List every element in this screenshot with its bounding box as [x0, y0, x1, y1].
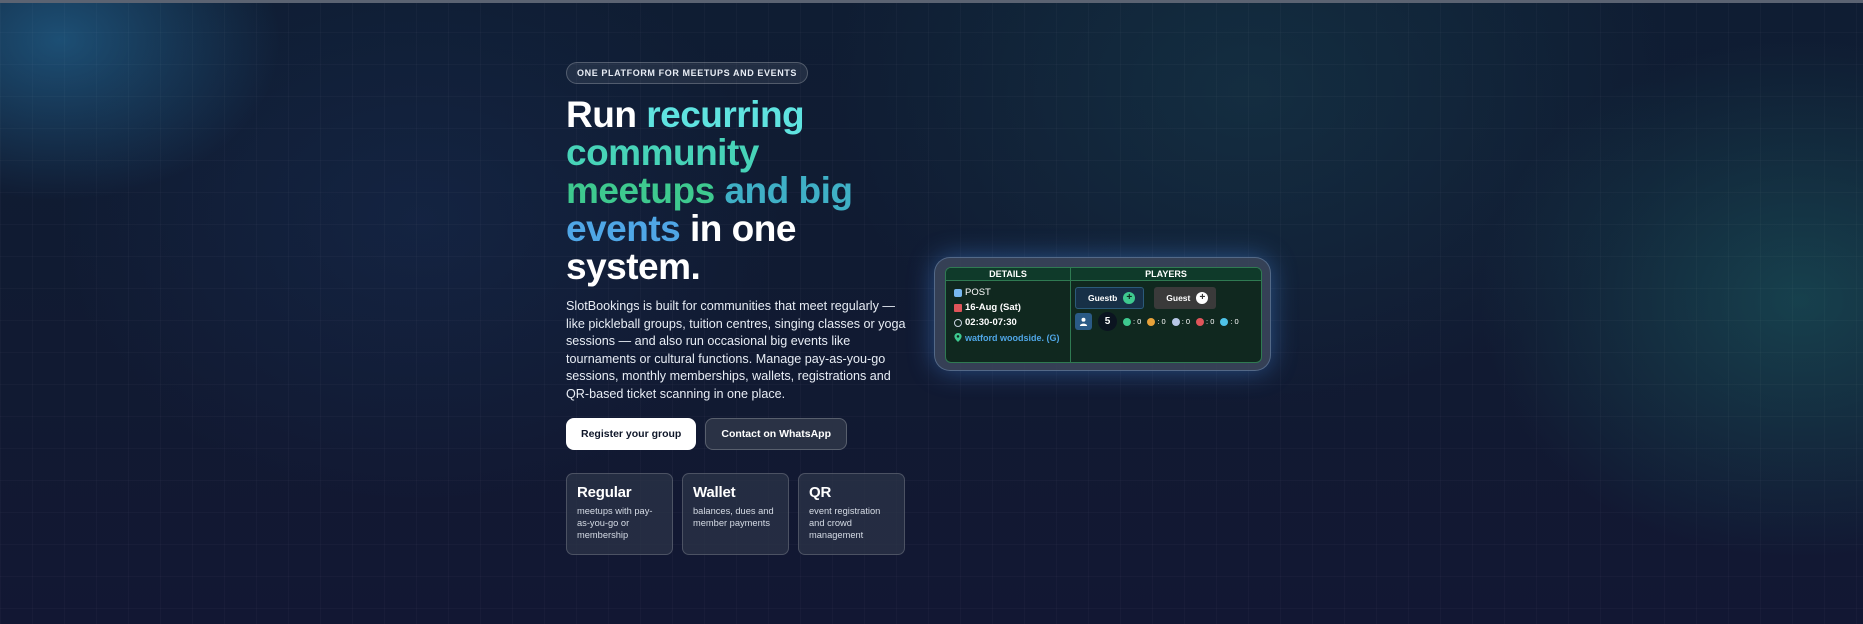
- headline-word-community: community: [566, 132, 759, 173]
- register-group-button[interactable]: Register your group: [566, 417, 697, 450]
- group-count: : 0: [1181, 317, 1191, 326]
- event-time: 02:30-07:30: [965, 317, 1017, 328]
- tagline-badge: ONE PLATFORM FOR MEETUPS AND EVENTS: [566, 62, 809, 84]
- pending-stat: : 0: [1147, 317, 1166, 326]
- plus-circle-icon: +: [1196, 292, 1209, 304]
- event-type-row: POST: [954, 285, 1062, 300]
- feature-title: Regular: [577, 483, 632, 501]
- calendar-icon: [954, 303, 962, 312]
- background-grid: [0, 0, 1863, 624]
- feature-cards: Regular meetups with pay-as-you-go or me…: [566, 472, 906, 555]
- square-icon: [954, 288, 962, 297]
- event-location-row[interactable]: watford woodside. (G): [954, 330, 1062, 345]
- feature-card-qr: QR event registration and crowd manageme…: [798, 472, 905, 555]
- gear-icon: [1220, 317, 1229, 326]
- group-icon: [1171, 317, 1180, 326]
- contact-whatsapp-button[interactable]: Contact on WhatsApp: [705, 417, 848, 450]
- feature-card-regular: Regular meetups with pay-as-you-go or me…: [566, 472, 673, 555]
- plus-circle-icon: +: [1123, 292, 1136, 304]
- widget-body: POST 16-Aug (Sat) 02:30-07:30 watford wo…: [946, 281, 1261, 362]
- booking-preview-card: DETAILS PLAYERS POST 16-Aug (Sat) 02:30-…: [934, 257, 1271, 371]
- cta-buttons: Register your group Contact on WhatsApp: [566, 417, 906, 450]
- guest-slot-button[interactable]: Guestb +: [1075, 287, 1145, 309]
- add-guest-button[interactable]: Guest +: [1154, 287, 1217, 309]
- confirmed-count: : 0: [1133, 317, 1142, 326]
- feature-card-wallet: Wallet balances, dues and member payment…: [682, 472, 789, 555]
- event-date-row: 16-Aug (Sat): [954, 300, 1062, 315]
- cancelled-count: : 0: [1206, 317, 1215, 326]
- player-count: 5: [1098, 312, 1117, 331]
- feature-subtitle: event registration and crowd management: [809, 505, 881, 541]
- event-time-row: 02:30-07:30: [954, 315, 1062, 330]
- feature-subtitle: meetups with pay-as-you-go or membership: [577, 505, 653, 541]
- stopwatch-icon: [954, 318, 962, 327]
- other-stat: : 0: [1220, 317, 1239, 326]
- headline-word-system: system.: [566, 246, 701, 287]
- headline: Run recurring community meetups and big …: [566, 96, 906, 286]
- guest-buttons: Guestb + Guest +: [1075, 287, 1257, 309]
- other-count: : 0: [1230, 317, 1239, 326]
- add-guest-label: Guest: [1166, 293, 1191, 303]
- user-icon: [1075, 313, 1092, 330]
- details-header: DETAILS: [946, 268, 1071, 280]
- players-header: PLAYERS: [1145, 269, 1187, 279]
- headline-word-in-one: in one: [690, 208, 796, 249]
- top-border: [0, 0, 1863, 3]
- feature-subtitle: balances, dues and member payments: [693, 505, 774, 528]
- headline-word-and-big: and big: [724, 170, 853, 211]
- hero-section: ONE PLATFORM FOR MEETUPS AND EVENTS Run …: [566, 62, 906, 555]
- players-column: Guestb + Guest + 5: 0: 0: 0: 0: 0: [1071, 281, 1261, 362]
- dollar-circle-icon: [1147, 317, 1156, 326]
- location-pin-icon: [954, 333, 962, 342]
- event-location-link[interactable]: watford woodside. (G): [965, 333, 1060, 343]
- hero-description: SlotBookings is built for communities th…: [566, 299, 906, 401]
- details-column: POST 16-Aug (Sat) 02:30-07:30 watford wo…: [946, 281, 1071, 362]
- widget-header: DETAILS PLAYERS: [946, 268, 1261, 281]
- confirmed-stat: : 0: [1123, 317, 1141, 326]
- feature-title: QR: [809, 483, 832, 501]
- headline-word-run: Run: [566, 94, 637, 135]
- guest-slot-label: Guestb: [1088, 293, 1118, 303]
- feature-title: Wallet: [693, 483, 736, 501]
- pending-count: : 0: [1157, 317, 1166, 326]
- alert-circle-icon: [1196, 317, 1205, 326]
- headline-word-recurring: recurring: [646, 94, 805, 135]
- check-circle-icon: [1123, 317, 1131, 326]
- event-date: 16-Aug (Sat): [965, 302, 1021, 313]
- group-stat: : 0: [1171, 317, 1191, 326]
- booking-widget: DETAILS PLAYERS POST 16-Aug (Sat) 02:30-…: [945, 267, 1262, 363]
- player-stats: 5 : 0 : 0 : 0 : 0: 0: [1075, 312, 1257, 331]
- cancelled-stat: : 0: [1196, 317, 1214, 326]
- headline-word-meetups: meetups: [566, 170, 715, 211]
- event-type: POST: [965, 287, 991, 298]
- headline-word-events: events: [566, 208, 681, 249]
